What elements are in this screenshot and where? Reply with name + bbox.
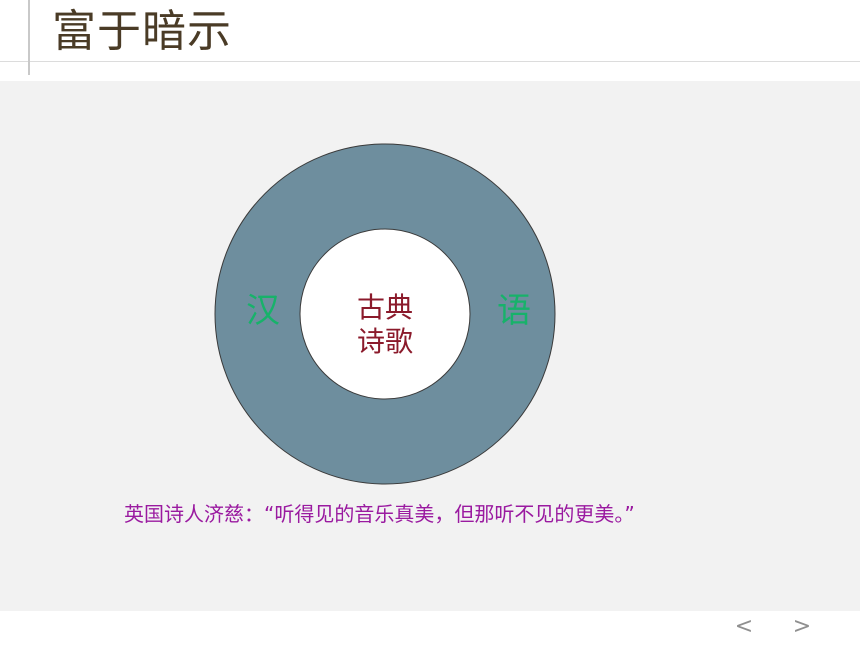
next-slide-icon[interactable]: > bbox=[792, 613, 812, 641]
ring-label-right: 语 bbox=[497, 291, 531, 331]
slide-content: 汉 语 古典 诗歌 英国诗人济慈：“听得见的音乐真美，但那听不见的更美。” bbox=[0, 81, 860, 611]
quote-text: 英国诗人济慈：“听得见的音乐真美，但那听不见的更美。” bbox=[124, 502, 635, 526]
center-text: 古典 诗歌 bbox=[330, 291, 440, 359]
prev-slide-icon[interactable]: < bbox=[734, 613, 754, 641]
title-divider bbox=[0, 61, 860, 62]
page-title: 富于暗示 bbox=[52, 6, 232, 57]
title-bar: 富于暗示 bbox=[0, 0, 860, 62]
center-text-line2: 诗歌 bbox=[356, 325, 413, 358]
title-accent-line bbox=[28, 0, 30, 75]
ring-label-left: 汉 bbox=[246, 291, 280, 331]
center-text-line1: 古典 bbox=[356, 291, 413, 324]
